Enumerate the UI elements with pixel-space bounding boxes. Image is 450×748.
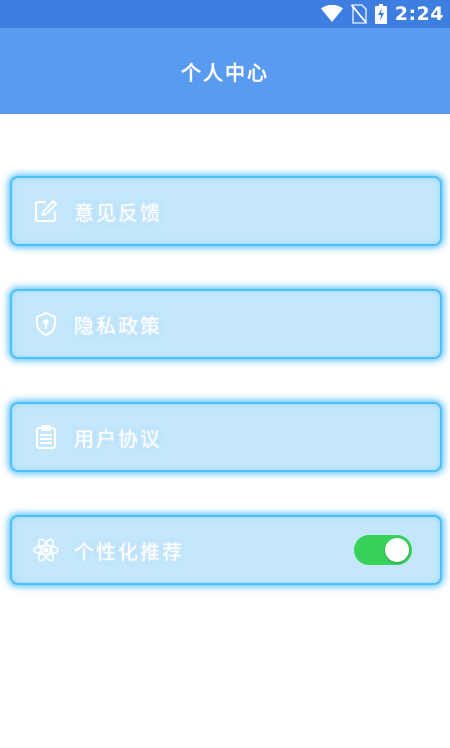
status-icons: 2:24 xyxy=(320,0,444,28)
menu-item-privacy-policy[interactable]: 隐私政策 xyxy=(10,289,442,359)
menu-item-feedback[interactable]: 意见反馈 xyxy=(10,176,442,246)
menu-item-label: 个性化推荐 xyxy=(74,539,184,564)
menu-item-label: 用户协议 xyxy=(74,426,162,451)
battery-charging-icon xyxy=(374,4,387,24)
clipboard-icon xyxy=(32,423,60,451)
edit-icon xyxy=(32,197,60,225)
status-bar: 2:24 xyxy=(0,0,450,28)
no-sim-icon xyxy=(350,4,367,24)
wifi-icon xyxy=(320,5,343,23)
shield-icon xyxy=(32,310,60,338)
status-time: 2:24 xyxy=(394,3,444,25)
menu-item-personalized-recommendation: 个性化推荐 xyxy=(10,515,442,585)
personalized-recommendation-toggle[interactable] xyxy=(354,535,412,565)
menu-item-label: 意见反馈 xyxy=(74,200,162,225)
header: 个人中心 xyxy=(0,28,450,114)
toggle-knob xyxy=(385,538,409,562)
menu-item-user-agreement[interactable]: 用户协议 xyxy=(10,402,442,472)
menu-item-label: 隐私政策 xyxy=(74,313,162,338)
atom-icon xyxy=(32,536,60,564)
page-title: 个人中心 xyxy=(181,60,269,85)
